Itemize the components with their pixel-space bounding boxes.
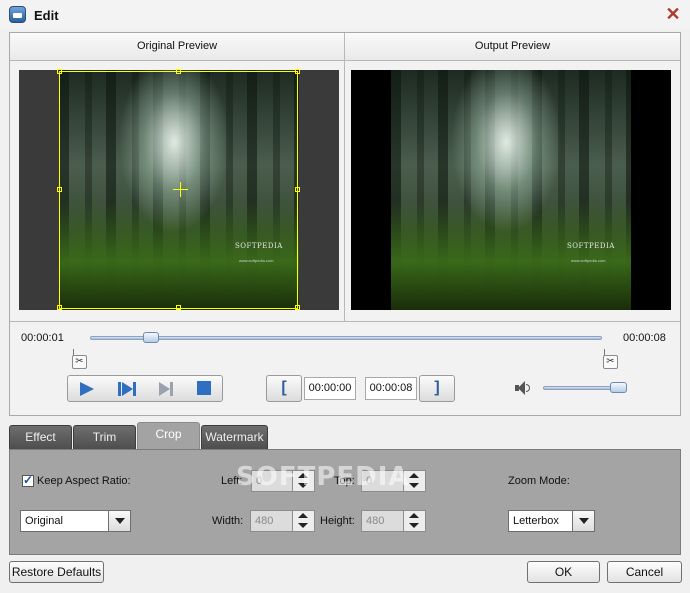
start-time-label: 00:00:01 (21, 332, 64, 344)
next-frame-button[interactable] (146, 376, 184, 401)
stop-button[interactable] (185, 376, 223, 401)
crop-handle-top[interactable] (176, 69, 181, 74)
trim-end-marker[interactable]: ✂ (603, 349, 619, 369)
next-frame-icon (159, 382, 173, 396)
trim-end-time-field[interactable]: 00:00:08 (365, 377, 417, 400)
crop-frame[interactable] (59, 71, 298, 309)
title-bar: Edit ✕ (0, 0, 690, 30)
chevron-down-icon[interactable] (572, 511, 594, 531)
crop-handle-right[interactable] (295, 187, 300, 192)
cancel-button[interactable]: Cancel (607, 561, 682, 583)
playback-controls (67, 375, 223, 402)
speaker-wave (526, 384, 530, 392)
preview-panel: Original Preview Output Preview SOFTPEDI… (9, 32, 681, 416)
crop-handle-top-left[interactable] (57, 69, 62, 74)
speaker-cone (518, 381, 525, 395)
width-spin-buttons[interactable] (292, 511, 314, 531)
crop-handle-top-right[interactable] (295, 69, 300, 74)
play-icon (80, 382, 94, 396)
tab-trim[interactable]: Trim (73, 425, 136, 449)
height-spinbox[interactable]: 480 (361, 510, 426, 532)
keep-aspect-checkbox[interactable] (22, 473, 34, 487)
scissors-icon: ✂ (603, 355, 618, 369)
preview-separator (10, 321, 680, 322)
arrow-up-icon (409, 513, 419, 518)
output-watermark-url: www.softpedia.com (571, 258, 606, 263)
width-spinbox[interactable]: 480 (250, 510, 315, 532)
end-time-label: 00:00:08 (623, 332, 666, 344)
chevron-down-icon[interactable] (108, 511, 130, 531)
crop-center-crosshair-v (180, 182, 181, 197)
width-value: 480 (255, 515, 274, 527)
crop-handle-bottom-left[interactable] (57, 305, 62, 310)
set-end-button[interactable]: ] (419, 375, 455, 402)
play-button[interactable] (68, 376, 106, 401)
tab-effect[interactable]: Effect (9, 425, 72, 449)
trim-start-time-field[interactable]: 00:00:00 (304, 377, 356, 400)
trim-start-marker[interactable]: ✂ (72, 349, 88, 369)
app-icon (9, 6, 26, 23)
keep-aspect-label: Keep Aspect Ratio: (37, 475, 131, 487)
height-spin-buttons[interactable] (403, 511, 425, 531)
step-forward-button[interactable] (107, 376, 145, 401)
step-forward-icon (118, 382, 136, 396)
scissors-icon: ✂ (72, 355, 87, 369)
ok-button[interactable]: OK (527, 561, 600, 583)
aspect-ratio-select[interactable]: Original (20, 510, 131, 532)
window-title: Edit (34, 8, 59, 23)
speaker-icon[interactable] (515, 380, 531, 396)
zoom-mode-label: Zoom Mode: (508, 475, 570, 487)
restore-defaults-button[interactable]: Restore Defaults (9, 561, 104, 583)
crop-handle-bottom-right[interactable] (295, 305, 300, 310)
width-label: Width: (212, 515, 244, 527)
pane-divider (344, 33, 345, 322)
output-preview-view: SOFTPEDIA www.softpedia.com (351, 70, 671, 310)
arrow-up-icon (409, 473, 419, 478)
crop-handle-bottom[interactable] (176, 305, 181, 310)
height-value: 480 (366, 515, 385, 527)
output-video-frame (391, 70, 631, 310)
arrow-up-icon (298, 513, 308, 518)
arrow-down-icon (298, 523, 308, 528)
set-start-button[interactable]: [ (266, 375, 302, 402)
tab-watermark[interactable]: Watermark (201, 425, 268, 449)
stop-icon (197, 381, 211, 395)
output-watermark-text: SOFTPEDIA (567, 242, 615, 250)
zoom-mode-select[interactable]: Letterbox (508, 510, 595, 532)
original-preview-header: Original Preview (10, 33, 344, 61)
softpedia-watermark: SOFTPEDIA (236, 462, 410, 492)
volume-thumb[interactable] (610, 382, 627, 393)
timeline-track[interactable] (90, 336, 602, 340)
arrow-down-icon (409, 523, 419, 528)
output-preview-header: Output Preview (345, 33, 680, 61)
arrow-down-icon (409, 483, 419, 488)
height-label: Height: (320, 515, 355, 527)
zoom-mode-value: Letterbox (513, 515, 559, 527)
aspect-ratio-value: Original (25, 515, 63, 527)
tab-crop[interactable]: Crop (137, 422, 200, 450)
crop-handle-left[interactable] (57, 187, 62, 192)
timeline-thumb[interactable] (143, 332, 159, 343)
close-icon[interactable]: ✕ (664, 5, 682, 23)
